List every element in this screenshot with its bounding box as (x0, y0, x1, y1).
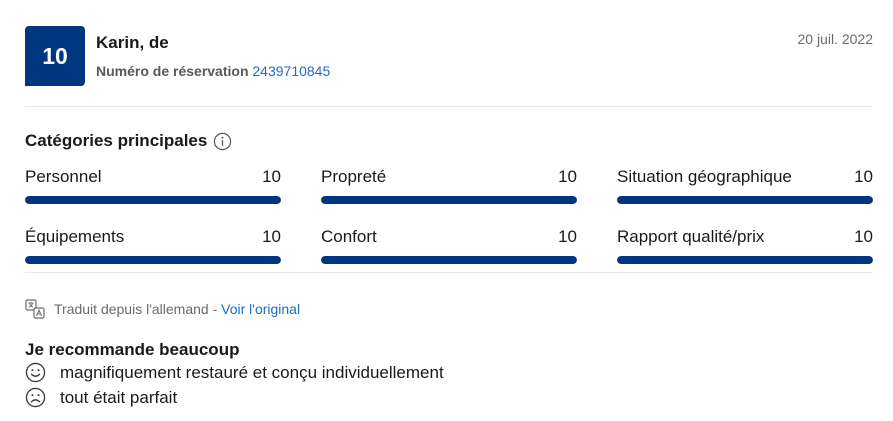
category-bar (321, 196, 577, 204)
divider (25, 106, 873, 107)
negative-comment-text: tout était parfait (60, 387, 178, 407)
positive-comment: magnifiquement restauré et conçu individ… (25, 362, 444, 383)
category-bar-fill (617, 196, 873, 204)
positive-comment-text: magnifiquement restauré et conçu individ… (60, 362, 444, 382)
category-bar (617, 256, 873, 264)
category-label: Confort (321, 227, 377, 246)
category-label: Propreté (321, 167, 387, 186)
category-label: Personnel (25, 167, 102, 186)
category-bar (25, 256, 281, 264)
category-score: 10 (854, 227, 873, 246)
category-label: Équipements (25, 227, 125, 246)
categories-heading: Catégories principales (25, 131, 232, 151)
category-score: 10 (854, 167, 873, 186)
category-situation: Situation géographique 10 (617, 167, 873, 204)
reservation-info: Numéro de réservation 2439710845 (96, 63, 330, 79)
category-bar (25, 196, 281, 204)
category-bar-fill (25, 196, 281, 204)
category-proprete: Propreté 10 (321, 167, 577, 204)
category-confort: Confort 10 (321, 227, 577, 264)
category-personnel: Personnel 10 (25, 167, 281, 204)
category-bar-fill (321, 196, 577, 204)
category-score: 10 (558, 227, 577, 246)
category-rapport-qualite-prix: Rapport qualité/prix 10 (617, 227, 873, 264)
translation-notice: Traduit depuis l'allemand - Voir l'origi… (25, 299, 300, 319)
translation-separator: - (208, 301, 222, 317)
reservation-number[interactable]: 2439710845 (252, 63, 330, 79)
divider (25, 272, 873, 273)
translation-text: Traduit depuis l'allemand (54, 301, 209, 317)
reviewer-name: Karin, de (96, 33, 169, 52)
category-bar (617, 196, 873, 204)
review-score-badge: 10 (25, 26, 85, 86)
info-icon[interactable] (213, 132, 232, 151)
categories-title: Catégories principales (25, 131, 208, 150)
reservation-label: Numéro de réservation (96, 63, 249, 79)
smiley-happy-icon (25, 362, 46, 383)
category-score: 10 (262, 227, 281, 246)
category-score: 10 (558, 167, 577, 186)
category-label: Rapport qualité/prix (617, 227, 765, 246)
category-score: 10 (262, 167, 281, 186)
translate-icon (25, 299, 45, 319)
view-original-link[interactable]: Voir l'original (221, 301, 300, 317)
negative-comment: tout était parfait (25, 387, 177, 408)
smiley-sad-icon (25, 387, 46, 408)
category-equipements: Équipements 10 (25, 227, 281, 264)
review-title: Je recommande beaucoup (25, 340, 240, 359)
category-bar-fill (321, 256, 577, 264)
category-bar-fill (25, 256, 281, 264)
category-bar-fill (617, 256, 873, 264)
review-date: 20 juil. 2022 (797, 31, 873, 47)
category-label: Situation géographique (617, 167, 792, 186)
category-bar (321, 256, 577, 264)
